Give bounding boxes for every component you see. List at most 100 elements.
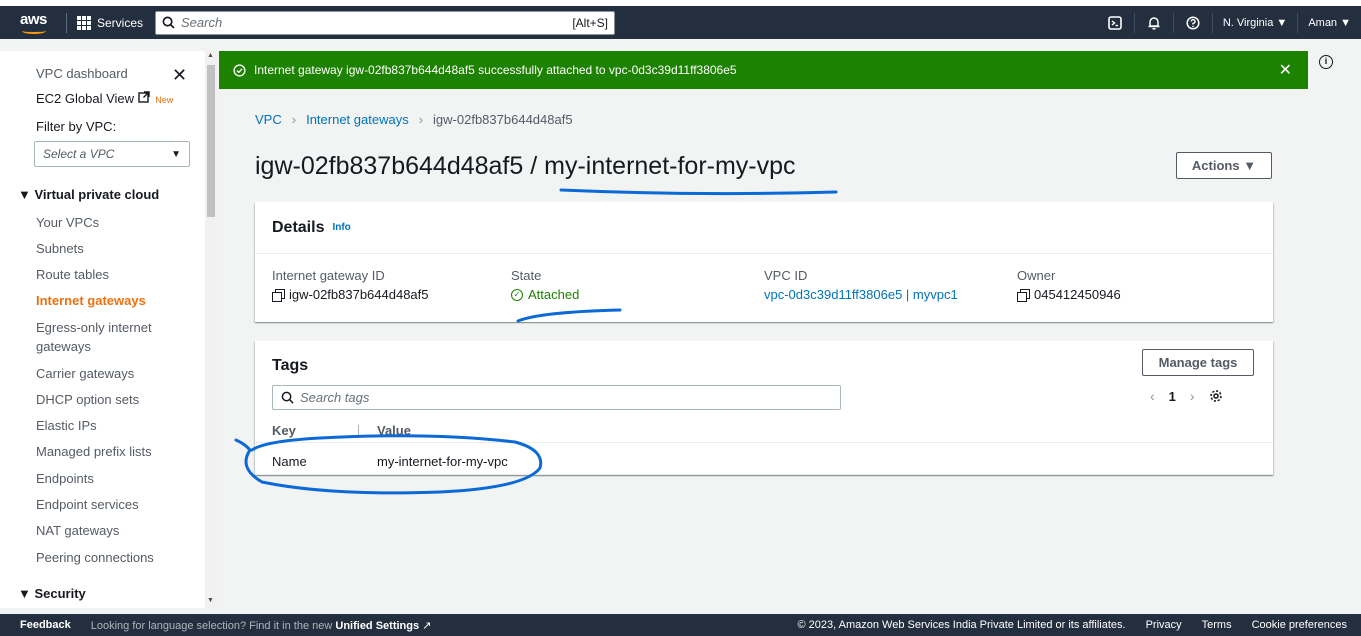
external-link-icon: ↗ — [422, 619, 432, 632]
tag-key-cell: Name — [272, 454, 307, 469]
privacy-link[interactable]: Privacy — [1146, 619, 1182, 631]
details-heading: Details — [272, 218, 325, 236]
global-search-input[interactable]: Search [Alt+S] — [155, 10, 616, 35]
services-grid-icon — [77, 15, 91, 30]
help-icon[interactable] — [1174, 6, 1212, 39]
igw-id-label: Internet gateway ID — [272, 268, 385, 283]
account-menu[interactable]: Aman ▼ — [1298, 17, 1361, 29]
flash-message: Internet gateway igw-02fb837b644d48af5 s… — [254, 63, 737, 77]
owner-value: 045412450946 — [1034, 287, 1121, 302]
close-sidebar-icon[interactable]: ✕ — [172, 65, 187, 86]
search-placeholder: Search — [181, 15, 223, 30]
notifications-bell-icon[interactable] — [1135, 6, 1173, 39]
sidebar-item-managed-prefix-lists[interactable]: Managed prefix lists — [36, 444, 152, 459]
igw-id-value: igw-02fb837b644d48af5 — [289, 287, 429, 302]
details-info-link[interactable]: Info — [332, 222, 350, 233]
manage-tags-button[interactable]: Manage tags — [1142, 349, 1254, 376]
field-internet-gateway-id: Internet gateway ID igw-02fb837b644d48af… — [272, 268, 429, 302]
sidebar-item-internet-gateways[interactable]: Internet gateways — [36, 293, 146, 308]
page-title: igw-02fb837b644d48af5 / my-internet-for-… — [255, 152, 796, 180]
terms-link[interactable]: Terms — [1202, 619, 1232, 631]
copy-icon[interactable] — [1017, 288, 1030, 302]
scroll-up-arrow-icon[interactable]: ▲ — [207, 52, 214, 59]
services-menu-button[interactable]: Services — [77, 15, 144, 30]
search-icon — [162, 16, 175, 29]
breadcrumb-internet-gateways-link[interactable]: Internet gateways — [306, 112, 409, 127]
sidebar-item-endpoint-services[interactable]: Endpoint services — [36, 497, 139, 512]
scroll-down-arrow-icon[interactable]: ▼ — [207, 597, 214, 604]
sidebar-item-route-tables[interactable]: Route tables — [36, 267, 109, 282]
aws-logo-text: aws — [20, 10, 47, 28]
column-header-value[interactable]: Value — [377, 423, 411, 438]
success-check-icon — [233, 63, 246, 77]
sidebar-item-egress-only-gateways[interactable]: Egress-only internet — [36, 320, 152, 335]
cookie-preferences-link[interactable]: Cookie preferences — [1252, 619, 1347, 631]
new-badge: New — [155, 95, 174, 105]
sidebar-item-elastic-ips[interactable]: Elastic IPs — [36, 418, 97, 433]
sidebar-scrollbar[interactable]: ▲ ▼ — [205, 51, 217, 608]
aws-logo[interactable]: aws — [20, 11, 56, 35]
field-state: State ✓ Attached — [511, 268, 579, 302]
language-hint: Looking for language selection? Find it … — [91, 619, 432, 632]
vpc-filter-select[interactable]: Select a VPC ▼ — [34, 141, 190, 167]
console-footer: Feedback Looking for language selection?… — [0, 614, 1361, 636]
state-label: State — [511, 268, 542, 283]
copyright-text: © 2023, Amazon Web Services India Privat… — [797, 619, 1126, 631]
previous-page-icon[interactable]: ‹ — [1150, 388, 1155, 404]
tags-panel: Tags Manage tags Search tags ‹ 1 › Key V… — [255, 341, 1273, 475]
vpc-select-placeholder: Select a VPC — [43, 147, 115, 161]
search-tags-input[interactable]: Search tags — [272, 385, 841, 410]
sidebar-item-peering-connections[interactable]: Peering connections — [36, 550, 154, 565]
details-header: Details Info — [255, 202, 1273, 254]
status-success-icon: ✓ — [511, 288, 523, 301]
field-owner: Owner 045412450946 — [1017, 268, 1121, 302]
scrollbar-thumb[interactable] — [207, 65, 215, 217]
feedback-link[interactable]: Feedback — [20, 619, 71, 631]
sidebar-item-endpoints[interactable]: Endpoints — [36, 471, 94, 486]
vpc-id-label: VPC ID — [764, 268, 808, 283]
unified-settings-link[interactable]: Unified Settings — [335, 620, 419, 632]
search-tags-placeholder: Search tags — [300, 390, 370, 405]
annotation-underline-title — [559, 188, 838, 196]
copy-icon[interactable] — [272, 288, 285, 302]
table-row: Name my-internet-for-my-vpc — [255, 442, 1273, 475]
field-vpc-id: VPC ID vpc-0d3c39d11ff3806e5 | myvpc1 — [764, 268, 958, 302]
sidebar-item-nat-gateways[interactable]: NAT gateways — [36, 523, 119, 538]
dismiss-flash-close-icon[interactable]: ✕ — [1279, 60, 1292, 80]
pagination: ‹ 1 › — [1150, 388, 1223, 404]
section-security[interactable]: ▼ Security — [18, 586, 86, 601]
details-panel: Details Info Internet gateway ID igw-02f… — [255, 202, 1273, 322]
external-link-icon — [137, 91, 150, 103]
success-flash-banner: Internet gateway igw-02fb837b644d48af5 s… — [219, 51, 1308, 89]
region-selector[interactable]: N. Virginia ▼ — [1213, 17, 1298, 29]
current-page-number[interactable]: 1 — [1169, 389, 1176, 404]
tags-heading: Tags — [272, 357, 309, 374]
breadcrumb-current: igw-02fb837b644d48af5 — [433, 112, 573, 127]
cloudshell-icon[interactable] — [1096, 6, 1134, 39]
ec2-global-view-label: EC2 Global View — [36, 91, 135, 106]
sidebar-item-ec2-global-view[interactable]: EC2 Global View New — [36, 91, 173, 106]
aws-top-navigation: aws Services Search [Alt+S] N. Virginia … — [0, 6, 1361, 39]
vpc-side-navigation: VPC dashboard ✕ EC2 Global View New Filt… — [0, 51, 205, 608]
sidebar-item-vpc-dashboard[interactable]: VPC dashboard — [36, 66, 128, 81]
sidebar-item-carrier-gateways[interactable]: Carrier gateways — [36, 366, 134, 381]
sidebar-item-egress-only-gateways-line2[interactable]: gateways — [36, 339, 91, 354]
preferences-gear-icon[interactable] — [1209, 389, 1223, 403]
actions-dropdown-button[interactable]: Actions ▼ — [1176, 152, 1272, 179]
state-value: Attached — [528, 287, 580, 302]
sidebar-item-dhcp-option-sets[interactable]: DHCP option sets — [36, 392, 139, 407]
chevron-right-icon: › — [291, 112, 297, 127]
sidebar-item-your-vpcs[interactable]: Your VPCs — [36, 215, 99, 230]
chevron-right-icon: › — [418, 112, 424, 127]
sidebar-item-subnets[interactable]: Subnets — [36, 241, 84, 256]
next-page-icon[interactable]: › — [1190, 388, 1195, 404]
search-icon — [281, 391, 294, 404]
section-virtual-private-cloud[interactable]: ▼ Virtual private cloud — [18, 187, 159, 202]
caret-down-icon: ▼ — [171, 148, 181, 160]
info-panel-icon[interactable]: i — [1319, 55, 1333, 69]
aws-smile-icon — [22, 28, 46, 34]
column-header-key[interactable]: Key — [272, 423, 296, 438]
services-label: Services — [97, 15, 144, 30]
breadcrumb-vpc-link[interactable]: VPC — [255, 112, 282, 127]
vpc-id-link[interactable]: vpc-0d3c39d11ff3806e5 | myvpc1 — [764, 287, 958, 302]
